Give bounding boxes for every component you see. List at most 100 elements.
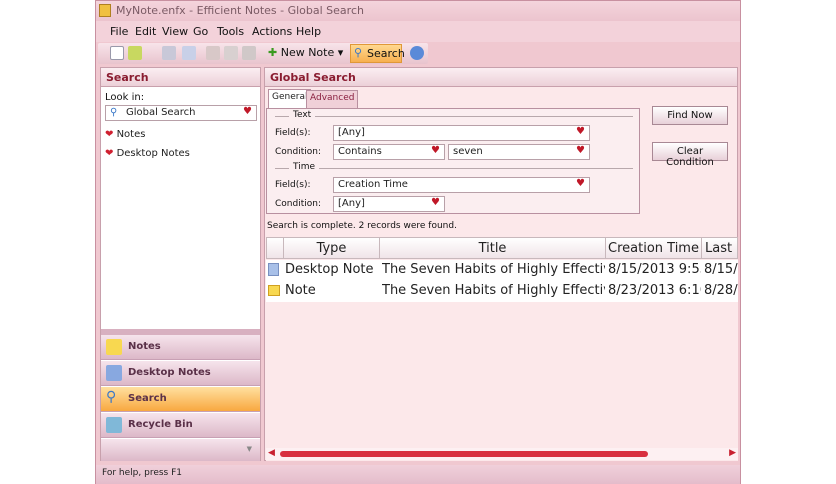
- results-table: Type Title Creation Time Last Modified D…: [266, 237, 738, 461]
- status-text: For help, press F1: [102, 468, 182, 478]
- time-group-label: Time: [289, 162, 320, 172]
- look-in-combo[interactable]: ⚲ Global Search ♥: [105, 105, 257, 121]
- nav-notes[interactable]: Notes: [101, 335, 260, 360]
- scrollbar-thumb[interactable]: [280, 451, 648, 457]
- cell-title: The Seven Habits of Highly Effective: [382, 262, 605, 277]
- cell-type: Desktop Note: [285, 262, 374, 277]
- nav-recycle-bin[interactable]: Recycle Bin: [101, 413, 260, 438]
- magnifier-icon: ⚲: [106, 389, 117, 405]
- tree-item-notes[interactable]: ❤ Notes: [105, 129, 145, 140]
- dropdown-heart-icon: ♥: [576, 145, 585, 156]
- column-header-last-modified[interactable]: Last Modified: [701, 237, 738, 259]
- combo-value: [Any]: [338, 127, 365, 138]
- status-bar: For help, press F1: [96, 465, 740, 484]
- find-now-button[interactable]: Find Now: [652, 106, 728, 125]
- open-icon[interactable]: [128, 46, 142, 60]
- text-condition-combo[interactable]: Contains ♥: [333, 144, 445, 160]
- note-icon: [106, 339, 122, 355]
- magnifier-icon: ⚲: [354, 46, 363, 59]
- print-icon[interactable]: [162, 46, 176, 60]
- search-button[interactable]: ⚲ Search: [350, 44, 405, 63]
- cell-created: 8/23/2013 6:16: [608, 283, 701, 298]
- horizontal-scrollbar[interactable]: ◀ ▶: [266, 448, 738, 460]
- left-panel: Search Look in: ⚲ Global Search ♥ ❤ Notes…: [100, 67, 261, 461]
- combo-value: [Any]: [338, 198, 365, 209]
- tree-label: Desktop Notes: [116, 148, 190, 159]
- dropdown-heart-icon: ♥: [431, 145, 440, 156]
- nav-label: Notes: [128, 341, 161, 352]
- left-header: Search: [101, 68, 260, 87]
- menu-view[interactable]: View: [162, 25, 188, 38]
- table-row[interactable]: Desktop Note The Seven Habits of Highly …: [266, 260, 738, 281]
- column-header-creation-time[interactable]: Creation Time: [605, 237, 702, 259]
- tab-advanced[interactable]: Advanced: [306, 90, 359, 108]
- cut-icon[interactable]: [206, 46, 220, 60]
- combo-value: Creation Time: [338, 179, 408, 190]
- magnifier-icon: ⚲: [110, 107, 118, 118]
- criteria-panel: Text Field(s): [Any] ♥ Condition: Contain…: [266, 108, 640, 214]
- cell-modified: 8/28/: [704, 283, 738, 298]
- note-icon: [268, 285, 280, 296]
- heart-icon: ❤: [105, 148, 114, 159]
- help-icon[interactable]: [410, 46, 424, 60]
- app-window: MyNote.enfx - Efficient Notes - Global S…: [95, 0, 741, 484]
- title-bar: MyNote.enfx - Efficient Notes - Global S…: [96, 1, 740, 21]
- desktop-note-icon: [268, 263, 279, 276]
- menu-go[interactable]: Go: [193, 25, 208, 38]
- column-header-type[interactable]: Type: [283, 237, 380, 259]
- desktop-note-icon: [106, 365, 122, 381]
- time-condition-combo[interactable]: [Any] ♥: [333, 196, 445, 212]
- menu-bar: File Edit View Go Tools Actions Help: [96, 21, 740, 42]
- condition-label: Condition:: [275, 147, 321, 157]
- tree-label: Notes: [116, 129, 146, 140]
- text-group-label: Text: [289, 110, 316, 120]
- paste-icon[interactable]: [242, 46, 256, 60]
- new-file-icon[interactable]: [110, 46, 124, 60]
- look-in-value: Global Search: [126, 107, 196, 118]
- chevron-down-icon: ▼: [246, 445, 252, 453]
- nav-overflow[interactable]: ▼: [101, 439, 260, 461]
- fields-label: Field(s):: [275, 180, 311, 190]
- recycle-bin-icon: [106, 417, 122, 433]
- new-note-button[interactable]: ✚ New Note ▾: [268, 46, 343, 59]
- nav-desktop-notes[interactable]: Desktop Notes: [101, 361, 260, 386]
- dropdown-heart-icon: ♥: [576, 178, 585, 189]
- cell-created: 8/15/2013 9:53: [608, 262, 701, 277]
- dropdown-heart-icon: ♥: [431, 197, 440, 208]
- cell-title: The Seven Habits of Highly Effective: [382, 283, 605, 298]
- nav-search[interactable]: ⚲ Search: [101, 387, 260, 412]
- nav-label: Recycle Bin: [128, 419, 193, 430]
- window-title: MyNote.enfx - Efficient Notes - Global S…: [116, 4, 364, 17]
- preview-icon[interactable]: [182, 46, 196, 60]
- tree-item-desktop-notes[interactable]: ❤ Desktop Notes: [105, 148, 190, 159]
- heart-icon: ❤: [105, 129, 114, 140]
- menu-help[interactable]: Help: [296, 25, 321, 38]
- column-header-title[interactable]: Title: [379, 237, 606, 259]
- app-icon: [99, 4, 111, 17]
- copy-icon[interactable]: [224, 46, 238, 60]
- menu-edit[interactable]: Edit: [135, 25, 156, 38]
- plus-icon: ✚: [268, 46, 278, 59]
- right-header: Global Search: [265, 68, 737, 87]
- text-fields-combo[interactable]: [Any] ♥: [333, 125, 590, 141]
- dropdown-heart-icon: ♥: [243, 106, 252, 117]
- nav-label: Desktop Notes: [128, 367, 211, 378]
- look-in-label: Look in:: [105, 92, 145, 103]
- scroll-right-icon[interactable]: ▶: [729, 448, 736, 458]
- menu-tools[interactable]: Tools: [217, 25, 244, 38]
- scroll-left-icon[interactable]: ◀: [268, 448, 275, 458]
- clear-condition-button[interactable]: Clear Condition: [652, 142, 728, 168]
- right-panel: Global Search General Advanced Text Fiel…: [264, 67, 738, 461]
- cell-modified: 8/15/: [704, 262, 738, 277]
- tab-general[interactable]: General: [268, 89, 312, 108]
- time-fields-combo[interactable]: Creation Time ♥: [333, 177, 590, 193]
- cell-type: Note: [285, 283, 316, 298]
- column-header-icon[interactable]: [266, 237, 284, 259]
- menu-actions[interactable]: Actions: [252, 25, 292, 38]
- menu-file[interactable]: File: [110, 25, 128, 38]
- table-row[interactable]: Note The Seven Habits of Highly Effectiv…: [266, 281, 738, 302]
- search-label: Search: [367, 47, 405, 60]
- combo-value: Contains: [338, 146, 382, 157]
- text-value-combo[interactable]: seven ♥: [448, 144, 590, 160]
- combo-value: seven: [453, 146, 483, 157]
